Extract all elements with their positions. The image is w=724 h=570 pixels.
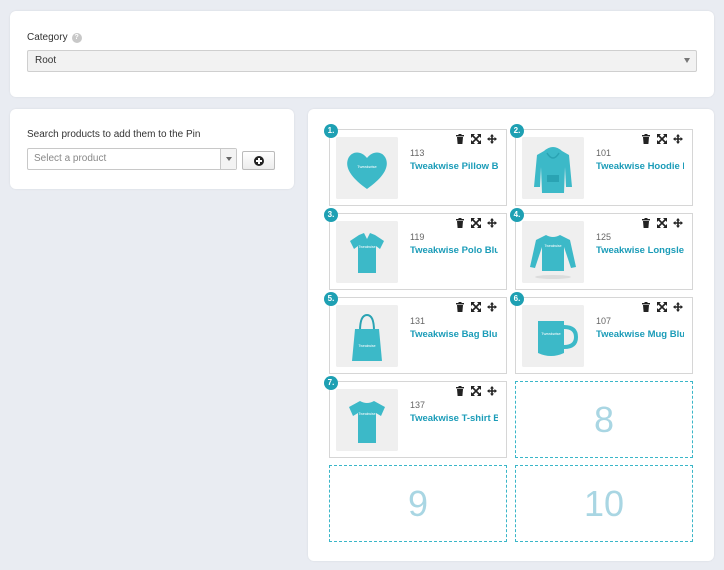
expand-icon[interactable] [471, 217, 481, 228]
position-badge: 5. [324, 292, 338, 306]
category-label-row: Category ? [27, 32, 82, 43]
trash-icon[interactable] [455, 385, 465, 396]
product-select[interactable]: Select a product [27, 148, 237, 170]
move-icon[interactable] [487, 301, 497, 312]
category-panel: Category ? Root [10, 11, 714, 97]
position-badge: 6. [510, 292, 524, 306]
trash-icon[interactable] [455, 217, 465, 228]
product-name-link[interactable]: Tweakwise Pillow Blue [410, 161, 498, 172]
product-name-link[interactable]: Tweakwise Bag Blue [410, 329, 498, 340]
category-label: Category [27, 32, 68, 43]
slot-number: 9 [407, 482, 429, 524]
product-name-link[interactable]: Tweakwise Polo Blue [410, 245, 498, 256]
product-image: Tweakwise [522, 221, 584, 283]
product-image [522, 137, 584, 199]
chevron-down-icon [684, 58, 690, 63]
pin-slot[interactable]: 4. Tweakwise 125 Tweakwise Longsleeve Bl… [510, 208, 693, 290]
svg-text:Tweakwise: Tweakwise [358, 344, 375, 348]
product-id: 119 [410, 232, 425, 242]
move-icon[interactable] [487, 385, 497, 396]
product-id: 113 [410, 148, 425, 158]
add-product-button[interactable] [242, 151, 275, 170]
product-id: 137 [410, 400, 426, 410]
product-id: 101 [596, 148, 612, 158]
position-badge: 1. [324, 124, 338, 138]
svg-text:Tweakwise: Tweakwise [357, 164, 377, 169]
slot-toolbar [641, 133, 683, 144]
product-name-link[interactable]: Tweakwise Longsleeve Blue [596, 245, 684, 256]
slot-toolbar [641, 301, 683, 312]
slot-toolbar [455, 217, 497, 228]
product-search-panel: Search products to add them to the Pin S… [10, 109, 294, 189]
expand-icon[interactable] [657, 133, 667, 144]
empty-pin-slot[interactable]: 8 [515, 381, 693, 458]
search-label: Search products to add them to the Pin [27, 129, 201, 140]
product-name-link[interactable]: Tweakwise Mug Blue [596, 329, 684, 340]
svg-text:Tweakwise: Tweakwise [358, 245, 375, 249]
position-badge: 4. [510, 208, 524, 222]
product-image: Tweakwise [336, 221, 398, 283]
pin-slot[interactable]: 2. 101 Tweakwise Hoodie Blue [510, 124, 693, 206]
product-image: Tweakwise [336, 137, 398, 199]
trash-icon[interactable] [455, 301, 465, 312]
expand-icon[interactable] [657, 217, 667, 228]
product-image: Tweakwise [336, 389, 398, 451]
position-badge: 2. [510, 124, 524, 138]
category-select[interactable]: Root [27, 50, 697, 72]
category-select-value: Root [35, 55, 57, 66]
product-image: Tweakwise [336, 305, 398, 367]
move-icon[interactable] [487, 217, 497, 228]
pin-grid-panel: 1. Tweakwise 113 Tweakwise Pillow Blue 2… [308, 109, 714, 561]
pin-slot[interactable]: 5. Tweakwise 131 Tweakwise Bag Blue [324, 292, 507, 374]
svg-text:Tweakwise: Tweakwise [544, 244, 561, 248]
move-icon[interactable] [487, 133, 497, 144]
move-icon[interactable] [673, 301, 683, 312]
trash-icon[interactable] [455, 133, 465, 144]
empty-pin-slot[interactable]: 10 [515, 465, 693, 542]
slot-toolbar [641, 217, 683, 228]
move-icon[interactable] [673, 133, 683, 144]
product-id: 107 [596, 316, 612, 326]
position-badge: 3. [324, 208, 338, 222]
product-image: Tweakwise [522, 305, 584, 367]
position-badge: 7. [324, 376, 338, 390]
move-icon[interactable] [673, 217, 683, 228]
dropdown-arrow-icon[interactable] [220, 149, 236, 169]
slot-number: 10 [583, 482, 625, 524]
pin-slot[interactable]: 7. Tweakwise 137 Tweakwise T-shirt Blue [324, 376, 507, 458]
svg-text:Tweakwise: Tweakwise [358, 412, 375, 416]
expand-icon[interactable] [471, 301, 481, 312]
slot-toolbar [455, 133, 497, 144]
plus-circle-icon [253, 155, 264, 166]
product-select-placeholder: Select a product [34, 153, 107, 164]
question-circle-icon[interactable]: ? [71, 32, 82, 43]
empty-pin-slot[interactable]: 9 [329, 465, 507, 542]
expand-icon[interactable] [471, 385, 481, 396]
pin-slot[interactable]: 6. Tweakwise 107 Tweakwise Mug Blue [510, 292, 693, 374]
product-name-link[interactable]: Tweakwise Hoodie Blue [596, 161, 684, 172]
pin-slot[interactable]: 1. Tweakwise 113 Tweakwise Pillow Blue [324, 124, 507, 206]
trash-icon[interactable] [641, 301, 651, 312]
product-name-link[interactable]: Tweakwise T-shirt Blue [410, 413, 498, 424]
expand-icon[interactable] [657, 301, 667, 312]
trash-icon[interactable] [641, 217, 651, 228]
pin-slot[interactable]: 3. Tweakwise 119 Tweakwise Polo Blue [324, 208, 507, 290]
product-id: 131 [410, 316, 426, 326]
slot-toolbar [455, 385, 497, 396]
expand-icon[interactable] [471, 133, 481, 144]
svg-text:Tweakwise: Tweakwise [541, 331, 561, 336]
slot-toolbar [455, 301, 497, 312]
product-id: 125 [596, 232, 612, 242]
trash-icon[interactable] [641, 133, 651, 144]
slot-number: 8 [593, 398, 615, 440]
